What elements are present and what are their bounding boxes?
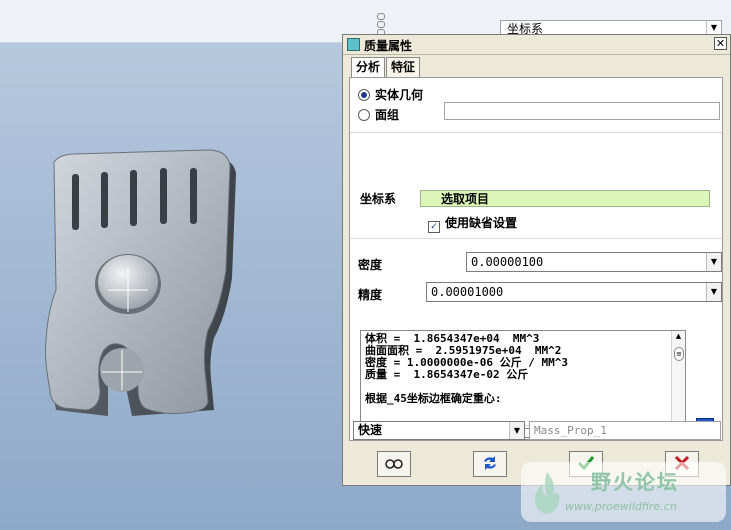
use-default-label: 使用缺省设置: [445, 216, 518, 230]
separator: [350, 238, 722, 239]
surface-option[interactable]: 面组: [358, 106, 399, 123]
watermark-url: www.proewildfire.cn: [565, 500, 677, 513]
result-line: 质量 = 1.8654347e-02 公斤: [365, 368, 529, 381]
analysis-name-value: Mass_Prop_1: [534, 424, 607, 437]
solid-geometry-option[interactable]: 实体几何: [358, 86, 423, 103]
glasses-icon: [385, 459, 403, 469]
radio-surface[interactable]: [358, 109, 370, 121]
accuracy-label: 精度: [358, 288, 383, 302]
mass-properties-dialog: 质量属性 ✕ 分析 特征 实体几何 面组 坐标系 选取项目 ✓ 使用缺省设置 密度…: [342, 34, 731, 486]
dialog-tabs: 分析 特征: [351, 57, 421, 78]
forum-watermark: 野火论坛 www.proewildfire.cn: [521, 462, 726, 522]
flame-logo-icon: [535, 472, 560, 514]
dialog-title-bar[interactable]: 质量属性 ✕: [343, 35, 730, 55]
accuracy-value: 0.00001000: [431, 285, 504, 299]
preview-button[interactable]: [377, 451, 411, 477]
close-icon[interactable]: ✕: [714, 37, 727, 50]
density-value: 0.00000100: [471, 255, 544, 269]
use-default-checkbox[interactable]: ✓: [428, 221, 440, 233]
surface-collector-field[interactable]: [444, 102, 720, 120]
chevron-down-icon[interactable]: ▼: [706, 21, 721, 35]
dialog-app-icon: [347, 38, 360, 51]
repeat-button[interactable]: [473, 451, 507, 477]
computation-mode-select[interactable]: 快速 ▼: [353, 421, 525, 440]
use-default-option[interactable]: ✓ 使用缺省设置: [428, 214, 517, 233]
watermark-text: 野火论坛: [591, 470, 679, 494]
analysis-panel: 实体几何 面组 坐标系 选取项目 ✓ 使用缺省设置 密度 0.00000100 ▼…: [349, 77, 723, 441]
toolbar-grip-icon[interactable]: [376, 12, 386, 36]
coord-sys-label: 坐标系: [360, 192, 397, 206]
computation-mode-value: 快速: [358, 423, 383, 437]
radio-solid-geometry[interactable]: [358, 89, 370, 101]
scroll-up-icon[interactable]: ▲: [672, 331, 685, 341]
chevron-down-icon[interactable]: ▼: [509, 422, 524, 439]
model-viewport[interactable]: [30, 140, 250, 520]
dialog-title: 质量属性: [364, 39, 413, 53]
tab-feature[interactable]: 特征: [386, 57, 421, 77]
results-text: 体积 = 1.8654347e+04 MM^3 曲面面积 = 2.5951975…: [365, 333, 568, 405]
vertical-scrollbar[interactable]: ▲ ≡: [671, 331, 685, 427]
density-input[interactable]: 0.00000100 ▼: [466, 252, 722, 272]
solid-geometry-label: 实体几何: [375, 88, 424, 102]
tab-analysis[interactable]: 分析: [351, 57, 386, 78]
analysis-name-field[interactable]: Mass_Prop_1: [529, 421, 721, 440]
refresh-icon: [484, 456, 496, 470]
density-label: 密度: [358, 258, 383, 272]
part-model: [45, 149, 237, 416]
chevron-down-icon[interactable]: ▼: [706, 253, 721, 271]
result-line: 根据_45坐标边框确定重心:: [365, 392, 502, 405]
scroll-thumb[interactable]: ≡: [674, 347, 684, 361]
coord-sys-select-collector[interactable]: 选取项目: [420, 190, 710, 207]
accuracy-input[interactable]: 0.00001000 ▼: [426, 282, 722, 302]
surface-label: 面组: [375, 108, 400, 122]
chevron-down-icon[interactable]: ▼: [706, 283, 721, 301]
separator: [350, 132, 722, 133]
